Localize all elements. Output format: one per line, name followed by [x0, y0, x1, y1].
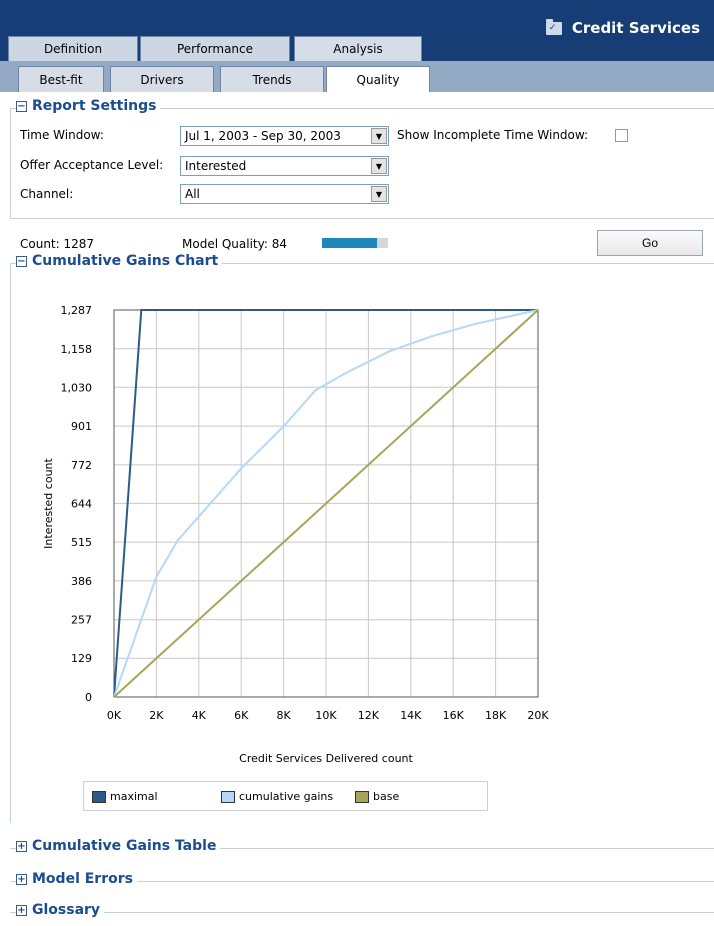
go-button[interactable]: Go	[597, 230, 703, 256]
expand-icon: +	[16, 904, 27, 916]
expand-icon: +	[16, 840, 27, 852]
tab-drivers[interactable]: Drivers	[110, 66, 214, 92]
x-tick-label: 0K	[107, 709, 122, 722]
legend-swatch-cumulative-gains	[221, 790, 235, 803]
app-title: ✓ Credit Services	[545, 18, 700, 37]
chart-section-header[interactable]: − Cumulative Gains Chart	[16, 253, 223, 269]
tab-best-fit[interactable]: Best-fit	[18, 66, 104, 92]
y-tick-label: 1,287	[61, 304, 93, 317]
time-window-label: Time Window:	[20, 128, 104, 142]
show-incomplete-label: Show Incomplete Time Window:	[397, 128, 589, 142]
x-axis-label: Credit Services Delivered count	[239, 752, 413, 765]
y-tick-label: 257	[71, 614, 92, 627]
model-quality-fill	[322, 238, 378, 248]
cumulative-gains-chart: 0K 2K 4K 6K 8K 10K 12K 14K 16K 18K 20K 0 129 257 386 51…	[42, 304, 549, 765]
legend-swatch-base	[355, 790, 369, 803]
legend-swatch-maximal	[92, 790, 106, 803]
offer-acceptance-label: Offer Acceptance Level:	[20, 158, 164, 172]
legend-item-cumulative-gains: cumulative gains	[221, 790, 333, 803]
y-tick-label: 515	[71, 536, 92, 549]
app-title-text: Credit Services	[571, 19, 700, 37]
tab-performance[interactable]: Performance	[140, 36, 290, 61]
collapse-icon: −	[16, 100, 27, 112]
y-tick-label: 644	[71, 497, 92, 510]
channel-select[interactable]: All ▼	[180, 184, 389, 204]
chevron-down-icon: ▼	[371, 186, 387, 202]
y-tick-label: 1,030	[61, 381, 93, 394]
y-tick-label: 1,158	[61, 343, 93, 356]
x-tick-label: 16K	[443, 709, 465, 722]
collapse-icon: −	[16, 255, 27, 267]
chart-legend: maximal cumulative gains base	[83, 781, 488, 811]
model-quality-bar	[322, 238, 388, 248]
errors-section-header[interactable]: + Model Errors	[16, 871, 137, 887]
tab-quality[interactable]: Quality	[326, 66, 430, 92]
divider	[10, 218, 714, 219]
legend-item-base: base	[355, 790, 399, 803]
report-settings-header[interactable]: − Report Settings	[16, 98, 161, 114]
y-tick-label: 0	[85, 691, 92, 704]
tab-trends[interactable]: Trends	[220, 66, 324, 92]
x-tick-label: 10K	[315, 709, 337, 722]
x-tick-label: 20K	[527, 709, 549, 722]
glossary-section-border	[10, 912, 714, 913]
y-tick-label: 129	[71, 652, 92, 665]
x-tick-label: 4K	[192, 709, 207, 722]
x-tick-label: 18K	[485, 709, 507, 722]
tab-analysis[interactable]: Analysis	[294, 36, 422, 61]
count-label: Count: 1287	[20, 237, 95, 251]
y-tick-label: 901	[71, 420, 92, 433]
y-tick-label: 386	[71, 575, 92, 588]
table-section-header[interactable]: + Cumulative Gains Table	[16, 838, 221, 854]
model-quality-label: Model Quality: 84	[182, 237, 287, 251]
y-axis-label: Interested count	[42, 457, 55, 548]
expand-icon: +	[16, 873, 27, 885]
x-tick-label: 6K	[234, 709, 249, 722]
x-tick-label: 8K	[276, 709, 291, 722]
x-tick-label: 14K	[400, 709, 422, 722]
chevron-down-icon: ▼	[371, 128, 387, 144]
time-window-select[interactable]: Jul 1, 2003 - Sep 30, 2003 ▼	[180, 126, 389, 146]
x-tick-label: 12K	[358, 709, 380, 722]
show-incomplete-checkbox[interactable]	[615, 129, 628, 142]
offer-acceptance-select[interactable]: Interested ▼	[180, 156, 389, 176]
legend-item-maximal: maximal	[92, 790, 158, 803]
chevron-down-icon: ▼	[371, 158, 387, 174]
folder-icon: ✓	[545, 18, 562, 35]
report-settings-border-left	[10, 108, 11, 218]
y-tick-label: 772	[71, 459, 92, 472]
tab-definition[interactable]: Definition	[8, 36, 138, 61]
x-tick-label: 2K	[149, 709, 164, 722]
glossary-section-header[interactable]: + Glossary	[16, 902, 105, 918]
channel-label: Channel:	[20, 187, 74, 201]
